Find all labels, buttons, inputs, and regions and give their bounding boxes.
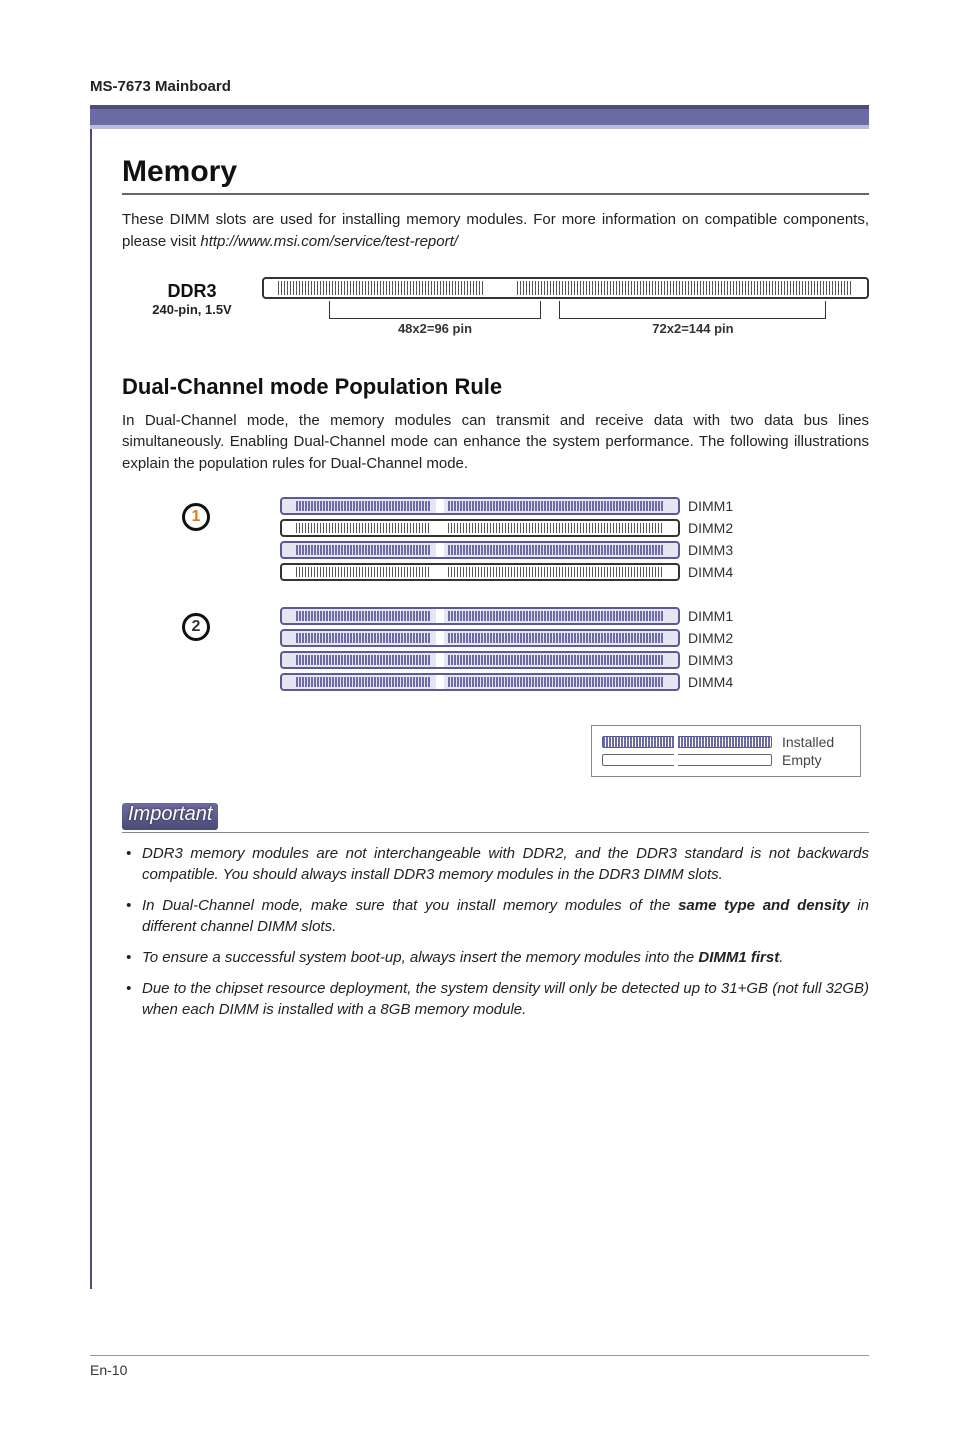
config-badge-1: 1 bbox=[182, 503, 210, 531]
header-stripe bbox=[90, 105, 869, 129]
legend-box: Installed Empty bbox=[591, 725, 861, 777]
dimm-row: DIMM3 bbox=[280, 541, 869, 559]
dimm-slot-graphic bbox=[280, 629, 680, 647]
pin-count-right: 72x2=144 pin bbox=[559, 321, 826, 336]
dimm-slot-label: DIMM4 bbox=[688, 674, 733, 690]
ddr3-name: DDR3 bbox=[122, 281, 262, 302]
population-config-1: 1 DIMM1 DIMM2 DIMM3 DIMM4 bbox=[122, 497, 869, 585]
ddr3-diagram: DDR3 240-pin, 1.5V 48x2=96 pin 72x2=144 … bbox=[122, 277, 869, 336]
dimm-row: DIMM4 bbox=[280, 563, 869, 581]
dual-channel-text: In Dual-Channel mode, the memory modules… bbox=[122, 410, 869, 475]
important-heading: Important bbox=[122, 803, 218, 830]
memory-intro-link: http://www.msi.com/service/test-report/ bbox=[200, 233, 458, 250]
dimm-slot-label: DIMM3 bbox=[688, 652, 733, 668]
dimm-slot-label: DIMM2 bbox=[688, 520, 733, 536]
config-badge-2: 2 bbox=[182, 613, 210, 641]
note-same-type: In Dual-Channel mode, make sure that you… bbox=[122, 895, 869, 937]
dimm-slot-label: DIMM2 bbox=[688, 630, 733, 646]
dimm-row: DIMM2 bbox=[280, 629, 869, 647]
legend-installed-sample bbox=[602, 736, 772, 748]
page-number: En-10 bbox=[90, 1362, 127, 1378]
population-config-2: 2 DIMM1 DIMM2 DIMM3 DIMM4 bbox=[122, 607, 869, 695]
pin-count-left: 48x2=96 pin bbox=[329, 321, 541, 336]
dimm-slot-graphic bbox=[280, 651, 680, 669]
legend-empty-sample bbox=[602, 754, 772, 766]
note-3b: DIMM1 first bbox=[698, 949, 779, 966]
note-2b: same type and density bbox=[678, 897, 850, 914]
dimm-slot-label: DIMM3 bbox=[688, 542, 733, 558]
page-footer: En-10 bbox=[90, 1355, 869, 1378]
note-3c: . bbox=[779, 949, 783, 966]
section-title-memory: Memory bbox=[122, 155, 869, 195]
dimm-slot-label: DIMM1 bbox=[688, 498, 733, 514]
dimm-slot-label: DIMM1 bbox=[688, 608, 733, 624]
note-3a: To ensure a successful system boot-up, a… bbox=[142, 949, 698, 966]
dimm-row: DIMM1 bbox=[280, 607, 869, 625]
note-ddr3-compat: DDR3 memory modules are not interchangea… bbox=[122, 843, 869, 885]
dimm-slot-graphic bbox=[280, 541, 680, 559]
note-2a: In Dual-Channel mode, make sure that you… bbox=[142, 897, 678, 914]
dimm-slot-label: DIMM4 bbox=[688, 564, 733, 580]
dimm-slot-graphic bbox=[280, 673, 680, 691]
dimm-row: DIMM1 bbox=[280, 497, 869, 515]
dimm-slot-graphic bbox=[280, 563, 680, 581]
ddr3-module-graphic bbox=[262, 277, 869, 299]
dimm-row: DIMM2 bbox=[280, 519, 869, 537]
note-dimm1-first: To ensure a successful system boot-up, a… bbox=[122, 947, 869, 968]
important-notes: DDR3 memory modules are not interchangea… bbox=[122, 843, 869, 1020]
dimm-slot-graphic bbox=[280, 519, 680, 537]
dimm-slot-graphic bbox=[280, 497, 680, 515]
legend-empty-label: Empty bbox=[782, 752, 822, 768]
ddr3-spec: 240-pin, 1.5V bbox=[122, 302, 262, 317]
dimm-row: DIMM3 bbox=[280, 651, 869, 669]
memory-intro: These DIMM slots are used for installing… bbox=[122, 209, 869, 253]
board-model: MS-7673 Mainboard bbox=[90, 78, 869, 101]
dual-channel-title: Dual-Channel mode Population Rule bbox=[122, 374, 869, 400]
dimm-slot-graphic bbox=[280, 607, 680, 625]
legend-installed-label: Installed bbox=[782, 734, 834, 750]
note-density-limit: Due to the chipset resource deployment, … bbox=[122, 978, 869, 1020]
dimm-row: DIMM4 bbox=[280, 673, 869, 691]
